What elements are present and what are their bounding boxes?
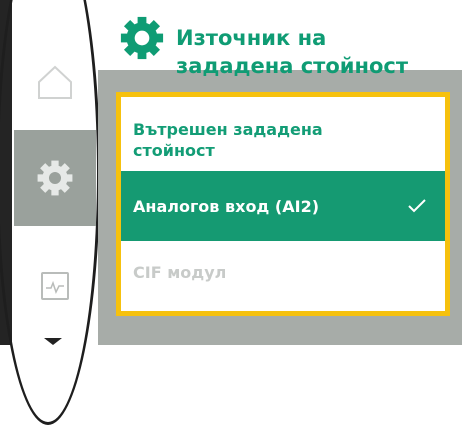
menu-item-label-line2: стойност <box>133 141 215 160</box>
menu-item-internal-setpoint[interactable]: Вътрешен зададена стойност <box>121 119 445 167</box>
page-title-line2: зададена стойност <box>176 54 409 78</box>
menu-item-label-line1: Вътрешен зададена <box>133 120 323 139</box>
gear-icon <box>37 160 73 196</box>
menu-item-label: Аналогов вход (AI2) <box>133 196 320 216</box>
sidebar-item-home[interactable] <box>14 46 96 118</box>
menu-item-cif-module: CIF модул <box>121 262 445 286</box>
page-title: Източник на зададена стойност <box>176 24 436 80</box>
trend-icon <box>41 272 69 300</box>
sidebar-item-trend[interactable] <box>14 250 96 322</box>
page-title-line1: Източник на <box>176 26 327 50</box>
sidebar-item-settings[interactable] <box>14 130 96 226</box>
page-header: Източник на зададена стойност <box>120 16 462 82</box>
menu-item-label: CIF модул <box>133 263 227 282</box>
scroll-down-indicator <box>44 338 62 345</box>
gear-icon <box>120 16 164 60</box>
home-icon <box>38 65 72 99</box>
checkmark-icon <box>408 199 426 213</box>
setpoint-source-menu: Вътрешен зададена стойност Аналогов вход… <box>116 92 450 316</box>
menu-item-analog-input[interactable]: Аналогов вход (AI2) <box>121 171 445 241</box>
